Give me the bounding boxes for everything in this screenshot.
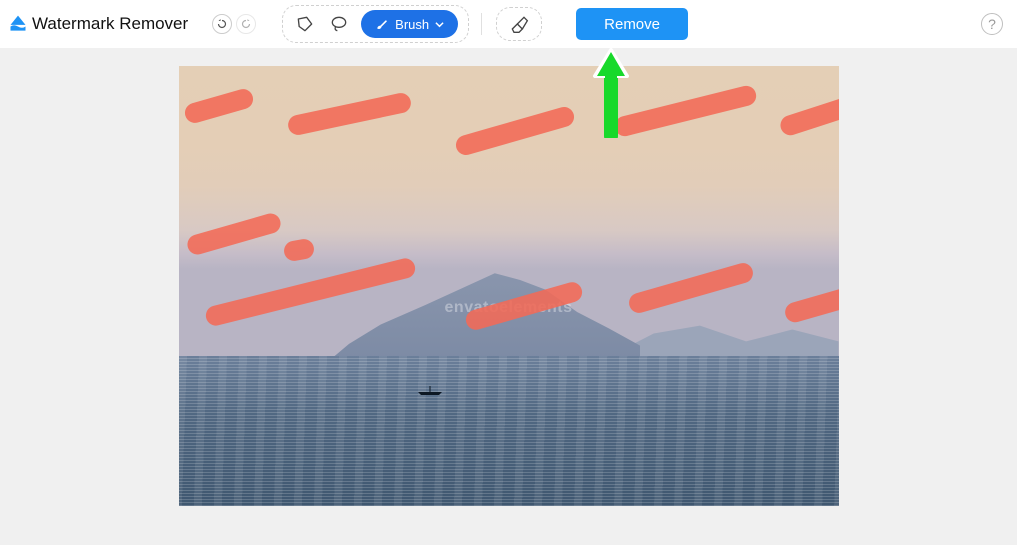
help-button[interactable]: ? [981,13,1003,35]
chevron-down-icon [435,20,444,29]
toolbar: Watermark Remover Brush Remove ? [0,0,1017,48]
undo-button[interactable] [212,14,232,34]
selection-tools-group: Brush [282,5,469,43]
brush-label: Brush [395,17,429,32]
sea-layer [179,356,839,506]
remove-button[interactable]: Remove [576,8,688,40]
logo-block: Watermark Remover [8,13,188,35]
canvas-area: envatoelements [0,48,1017,506]
eraser-group [496,7,542,41]
help-icon: ? [988,16,996,32]
history-group [212,14,256,34]
polygon-tool-button[interactable] [293,12,317,36]
redo-button[interactable] [236,14,256,34]
boat [416,383,444,389]
brush-tool-button[interactable]: Brush [361,10,458,38]
app-logo-icon [8,13,28,35]
eraser-tool-button[interactable] [507,12,531,36]
app-title: Watermark Remover [32,14,188,34]
image-stage[interactable]: envatoelements [179,66,839,506]
toolbar-divider [481,13,482,35]
lasso-tool-button[interactable] [327,12,351,36]
